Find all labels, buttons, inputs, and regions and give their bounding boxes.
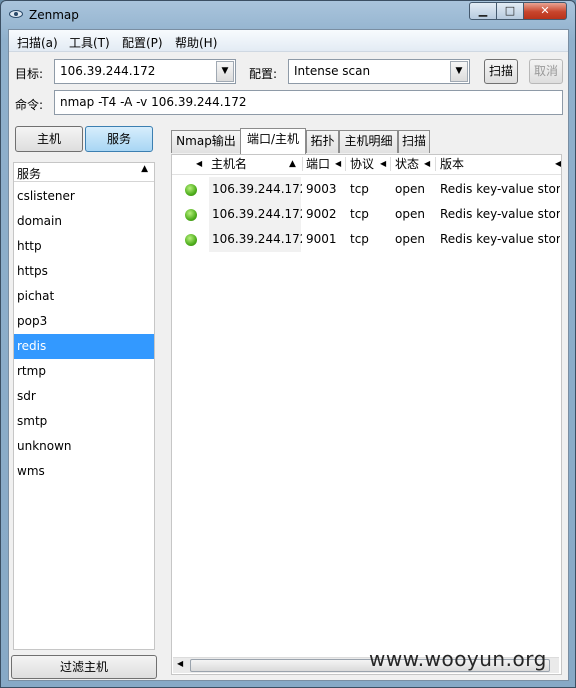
- menu-tools[interactable]: 工具(T): [69, 34, 110, 51]
- table-row[interactable]: 106.39.244.172 9002 tcp open Redis key-value…: [172, 202, 561, 227]
- cell-port: 9002: [306, 207, 337, 221]
- cell-state: open: [395, 232, 425, 246]
- hosts-view-button[interactable]: 主机: [15, 126, 83, 152]
- services-view-button[interactable]: 服务: [85, 126, 153, 152]
- target-label: 目标:: [15, 67, 44, 81]
- command-input[interactable]: nmap -T4 -A -v 106.39.244.172: [54, 90, 563, 115]
- profile-label: 配置:: [249, 67, 278, 81]
- menu-help[interactable]: 帮助(H): [175, 34, 217, 51]
- cell-version: Redis key-value store: [440, 182, 560, 196]
- title-bar[interactable]: Zenmap ▁ □ ✕: [1, 1, 575, 29]
- host-status-icon: [185, 234, 197, 246]
- cell-port: 9003: [306, 182, 337, 196]
- cell-state: open: [395, 182, 425, 196]
- cell-host: 106.39.244.172: [212, 232, 302, 246]
- target-combobox[interactable]: 106.39.244.172: [54, 59, 236, 84]
- minimize-button[interactable]: ▁: [469, 2, 497, 20]
- command-value: nmap -T4 -A -v 106.39.244.172: [60, 95, 247, 109]
- tab-host-details[interactable]: 主机明细: [339, 130, 398, 153]
- column-scroll-left-icon[interactable]: ◀: [380, 155, 386, 173]
- service-item-sdr[interactable]: sdr: [14, 384, 154, 409]
- menu-scan[interactable]: 扫描(a): [17, 34, 58, 51]
- tab-ports-hosts[interactable]: 端口/主机: [240, 128, 306, 154]
- cell-host: 106.39.244.172: [212, 182, 302, 196]
- cell-host: 106.39.244.172: [212, 207, 302, 221]
- scroll-left-icon[interactable]: ◀: [177, 659, 183, 668]
- service-item-http[interactable]: http: [14, 234, 154, 259]
- column-header-host[interactable]: 主机名: [211, 155, 247, 173]
- menu-bar: 扫描(a) 工具(T) 配置(P) 帮助(H): [9, 30, 568, 52]
- table-header-row: ◀ 主机名 ▲ 端口 ◀ 协议 ◀ 状态 ◀ 版本 ◀: [172, 155, 561, 175]
- service-item-domain[interactable]: domain: [14, 209, 154, 234]
- column-divider: [302, 157, 303, 171]
- column-divider: [435, 157, 436, 171]
- tab-nmap-output[interactable]: Nmap输出: [171, 130, 241, 153]
- maximize-button[interactable]: □: [496, 2, 524, 20]
- filter-hosts-button[interactable]: 过滤主机: [11, 655, 157, 679]
- zenmap-window: Zenmap ▁ □ ✕ 扫描(a) 工具(T) 配置(P) 帮助(H) 目标:…: [0, 0, 576, 688]
- service-item-pichat[interactable]: pichat: [14, 284, 154, 309]
- ports-table-panel: ◀ 主机名 ▲ 端口 ◀ 协议 ◀ 状态 ◀ 版本 ◀ 106.39.244.1…: [171, 154, 562, 675]
- table-row[interactable]: 106.39.244.172 9003 tcp open Redis key-value…: [172, 177, 561, 202]
- menu-profile[interactable]: 配置(P): [122, 34, 163, 51]
- cell-proto: tcp: [350, 232, 369, 246]
- close-button[interactable]: ✕: [523, 2, 567, 20]
- table-row[interactable]: 106.39.244.172 9001 tcp open Redis key-value…: [172, 227, 561, 252]
- tab-topology[interactable]: 拓扑: [306, 130, 339, 153]
- profile-combobox[interactable]: Intense scan: [288, 59, 470, 84]
- column-header-protocol[interactable]: 协议: [350, 155, 374, 173]
- host-status-icon: [185, 184, 197, 196]
- service-item-wms[interactable]: wms: [14, 459, 154, 484]
- command-label: 命令:: [15, 98, 44, 112]
- column-scroll-left-icon[interactable]: ◀: [555, 155, 561, 173]
- cancel-button[interactable]: 取消: [529, 59, 563, 84]
- service-item-redis[interactable]: redis: [14, 334, 154, 359]
- profile-value: Intense scan: [294, 64, 371, 78]
- services-list-header[interactable]: 服务 ▲: [14, 163, 154, 182]
- host-status-icon: [185, 209, 197, 221]
- cell-version: Redis key-value store: [440, 207, 560, 221]
- column-scroll-left-icon[interactable]: ◀: [424, 155, 430, 173]
- profile-dropdown-arrow-icon[interactable]: ▼: [450, 61, 468, 82]
- column-divider: [345, 157, 346, 171]
- scan-button[interactable]: 扫描: [484, 59, 518, 84]
- service-item-rtmp[interactable]: rtmp: [14, 359, 154, 384]
- column-scroll-left-icon[interactable]: ◀: [196, 155, 202, 173]
- zenmap-eye-icon: [9, 10, 23, 18]
- window-title: Zenmap: [29, 8, 79, 22]
- column-header-version[interactable]: 版本: [440, 155, 464, 173]
- service-item-pop3[interactable]: pop3: [14, 309, 154, 334]
- column-header-state[interactable]: 状态: [395, 155, 419, 173]
- column-scroll-left-icon[interactable]: ◀: [335, 155, 341, 173]
- cell-state: open: [395, 207, 425, 221]
- service-item-https[interactable]: https: [14, 259, 154, 284]
- cell-port: 9001: [306, 232, 337, 246]
- cell-proto: tcp: [350, 182, 369, 196]
- service-item-smtp[interactable]: smtp: [14, 409, 154, 434]
- sort-up-icon: ▲: [289, 159, 296, 169]
- column-header-port[interactable]: 端口: [306, 155, 330, 173]
- services-list: cslistener domain http https pichat pop3 redis…: [14, 184, 154, 484]
- services-header-label: 服务: [17, 167, 42, 181]
- target-value: 106.39.244.172: [60, 64, 156, 78]
- services-list-panel: 服务 ▲ cslistener domain http https pichat pop3…: [13, 162, 155, 650]
- target-dropdown-arrow-icon[interactable]: ▼: [216, 61, 234, 82]
- tab-scans[interactable]: 扫描: [398, 130, 430, 153]
- cell-version: Redis key-value store: [440, 232, 560, 246]
- service-item-cslistener[interactable]: cslistener: [14, 184, 154, 209]
- watermark-text: www.wooyun.org: [369, 647, 547, 671]
- main-client-area: 扫描(a) 工具(T) 配置(P) 帮助(H) 目标: 106.39.244.1…: [8, 29, 569, 681]
- cell-proto: tcp: [350, 207, 369, 221]
- service-item-unknown[interactable]: unknown: [14, 434, 154, 459]
- sort-up-icon: ▲: [141, 164, 148, 174]
- column-divider: [390, 157, 391, 171]
